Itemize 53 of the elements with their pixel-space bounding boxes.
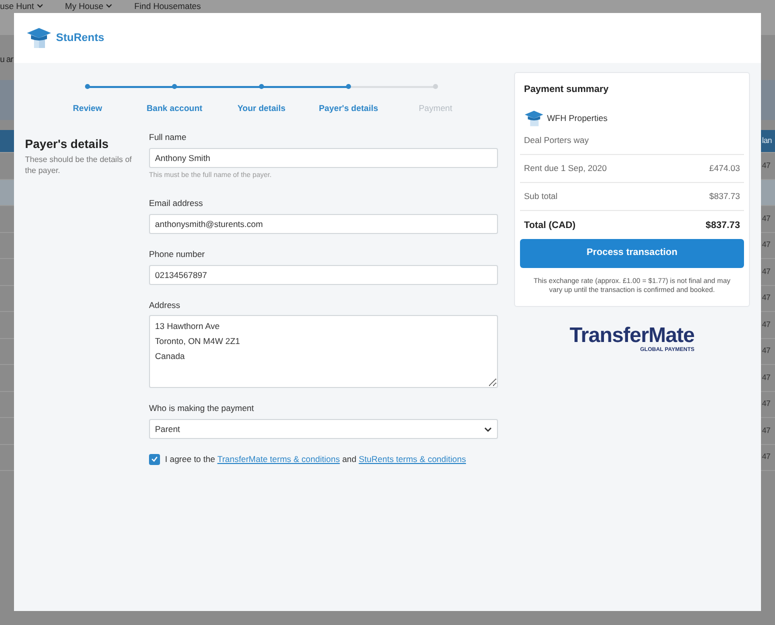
- field-label: Who is making the payment: [149, 402, 255, 415]
- nav-link[interactable]: My House: [65, 1, 104, 11]
- input-field[interactable]: Anthony Smith: [149, 148, 498, 168]
- chevron-down-icon: [484, 426, 492, 432]
- total-label: Total (CAD): [524, 218, 576, 232]
- table-cell-text: 47: [762, 398, 772, 410]
- select-field[interactable]: Parent: [149, 419, 498, 439]
- chevron-down-icon: [106, 4, 112, 8]
- input-field[interactable]: anthonysmith@sturents.com: [149, 214, 498, 234]
- partner-logo-text: TransferMate: [570, 324, 694, 346]
- nav-link[interactable]: use Hunt: [0, 1, 34, 11]
- field-label: Full name: [149, 130, 188, 144]
- field-label: Phone number: [149, 248, 206, 260]
- table-cell-text: 47: [762, 212, 772, 225]
- table-cell-text: 47: [762, 451, 772, 464]
- landlord-name: WFH Properties: [547, 112, 608, 126]
- field-label: Address: [149, 298, 182, 312]
- column-header: lan: [762, 135, 773, 147]
- field-label: Email address: [149, 197, 204, 210]
- checkbox[interactable]: [149, 454, 160, 465]
- section-description: These should be the details of the payer.: [25, 154, 133, 176]
- nav-link[interactable]: Find Housemates: [134, 1, 201, 11]
- table-cell-text: 47: [762, 266, 772, 278]
- table-cell-text: 47: [762, 318, 772, 331]
- logo-icon: [26, 27, 52, 49]
- table-cell-text: 47: [762, 160, 772, 172]
- terms-link[interactable]: StuRents terms & conditions: [358, 454, 466, 464]
- total-amount: $837.73: [706, 218, 740, 232]
- line-amount: £474.03: [709, 162, 740, 175]
- notice-text: u ar: [0, 54, 14, 64]
- input-field[interactable]: 02134567897: [149, 264, 498, 284]
- table-cell-text: 47: [762, 372, 772, 384]
- line-label: Rent due 1 Sep, 2020: [524, 162, 607, 175]
- agreement-text: I agree to the TransferMate terms & conditions and StuRents terms & conditions: [165, 453, 466, 466]
- table-cell-text: 47: [762, 424, 772, 437]
- table-cell-text: 47: [762, 292, 772, 304]
- table-cell-text: 47: [762, 239, 772, 252]
- chevron-down-icon: [37, 4, 44, 8]
- section-title: Payer's details: [25, 136, 110, 153]
- table-cell-text: 47: [762, 345, 772, 358]
- step-label[interactable]: Bank account: [146, 102, 202, 115]
- step-label[interactable]: Your details: [237, 102, 286, 115]
- line-label: Sub total: [524, 190, 558, 202]
- landlord-logo-icon: [524, 110, 544, 128]
- textarea-field[interactable]: 13 Hawthorn Ave Toronto, ON M4W 2Z1 Canada: [149, 315, 498, 388]
- summary-title: Payment summary: [523, 83, 610, 97]
- line-amount: $837.73: [709, 190, 740, 202]
- terms-link[interactable]: TransferMate terms & conditions: [217, 454, 340, 464]
- brand-name: StuRents: [56, 30, 104, 46]
- property-name: Deal Porters way: [520, 134, 744, 155]
- process-button[interactable]: Process transaction: [520, 238, 744, 268]
- step-label[interactable]: Payer's details: [318, 102, 378, 115]
- step-label[interactable]: Review: [72, 102, 102, 115]
